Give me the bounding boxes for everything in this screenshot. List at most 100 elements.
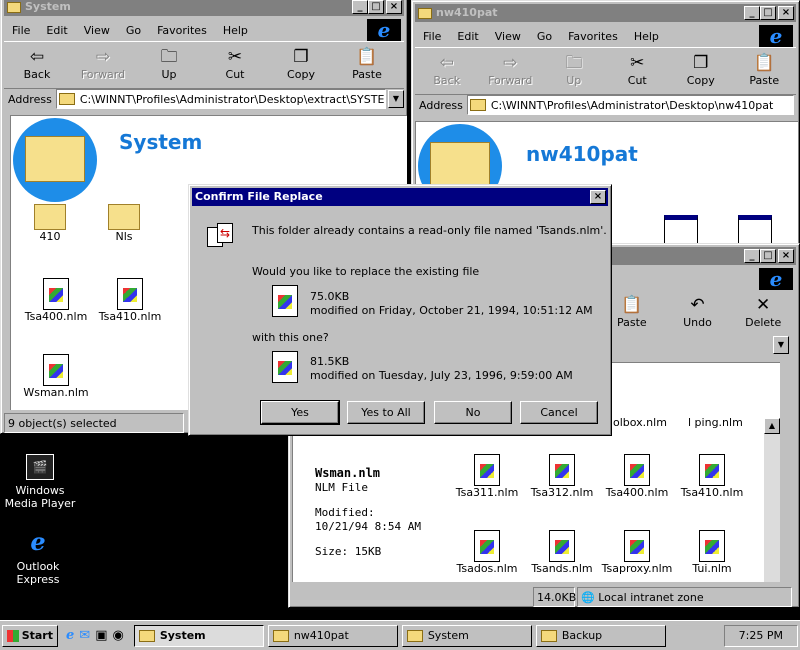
copy-button[interactable]: ❐ Copy bbox=[669, 48, 733, 94]
menu-go[interactable]: Go bbox=[529, 30, 560, 43]
menu-file[interactable]: File bbox=[415, 30, 449, 43]
menu-favorites[interactable]: Favorites bbox=[560, 30, 626, 43]
item-label: Tui.nlm bbox=[692, 562, 732, 575]
file-item[interactable]: Tsa312.nlm bbox=[525, 454, 599, 499]
paste-button[interactable]: 📋 Paste bbox=[334, 42, 400, 88]
file-item[interactable]: Tsa410.nlm bbox=[93, 278, 167, 323]
file-item[interactable]: Tsaproxy.nlm bbox=[600, 530, 674, 575]
file-item[interactable]: Wsman.nlm bbox=[19, 354, 93, 399]
confirm-file-replace-dialog[interactable]: Confirm File Replace × ⇆ This folder alr… bbox=[188, 184, 612, 436]
maximize-button[interactable]: □ bbox=[760, 249, 776, 263]
partial-item-label[interactable]: olbox.nlm bbox=[613, 416, 667, 429]
menu-view[interactable]: View bbox=[487, 30, 529, 43]
yes-button[interactable]: Yes bbox=[260, 400, 340, 425]
menu-help[interactable]: Help bbox=[215, 24, 256, 37]
dialog-titlebar[interactable]: Confirm File Replace × bbox=[192, 188, 608, 206]
nlm-file-icon bbox=[624, 530, 650, 562]
folder-icon bbox=[272, 629, 289, 642]
back-arrow-icon: ⇦ bbox=[29, 47, 45, 67]
partial-item-label[interactable]: l ping.nlm bbox=[688, 416, 743, 429]
minimize-button[interactable]: _ bbox=[744, 6, 760, 20]
ie-quicklaunch-icon[interactable]: e bbox=[66, 628, 74, 643]
status-size: 14.0KB bbox=[533, 587, 576, 607]
address-dropdown-button[interactable]: ▼ bbox=[388, 90, 404, 108]
existing-file-modified: modified on Friday, October 21, 1994, 10… bbox=[310, 304, 593, 317]
task-button-system-2[interactable]: System bbox=[401, 624, 532, 647]
undo-button[interactable]: ↶ Undo bbox=[665, 290, 731, 338]
menu-file[interactable]: File bbox=[4, 24, 38, 37]
paste-button[interactable]: 📋 Paste bbox=[733, 48, 797, 94]
yes-to-all-button[interactable]: Yes to All bbox=[347, 401, 425, 424]
ie-logo-icon: e bbox=[367, 19, 401, 41]
task-button-system[interactable]: System bbox=[133, 624, 264, 647]
menu-favorites[interactable]: Favorites bbox=[149, 24, 215, 37]
address-bar: Address C:\WINNT\Profiles\Administrator\… bbox=[4, 87, 404, 111]
minimize-button[interactable]: _ bbox=[744, 249, 760, 263]
paste-icon: 📋 bbox=[356, 47, 378, 67]
window-system-titlebar[interactable]: System _ □ × bbox=[4, 0, 404, 16]
folder-item[interactable]: Nls bbox=[87, 200, 161, 243]
desktop-icon-outlook-express[interactable]: e Outlook Express bbox=[0, 528, 78, 587]
task-label: System bbox=[427, 629, 469, 642]
item-label: Tsa312.nlm bbox=[530, 486, 594, 499]
cut-button[interactable]: ✂ Cut bbox=[202, 42, 268, 88]
forward-button[interactable]: ⇨ Forward bbox=[70, 42, 136, 88]
back-button[interactable]: ⇦ Back bbox=[415, 48, 479, 94]
cancel-button[interactable]: Cancel bbox=[520, 401, 598, 424]
file-item[interactable]: Tsa410.nlm bbox=[675, 454, 749, 499]
maximize-button[interactable]: □ bbox=[760, 6, 776, 20]
menu-help[interactable]: Help bbox=[626, 30, 667, 43]
file-replace-icon: ⇆ bbox=[207, 223, 235, 251]
scroll-up-arrow-icon[interactable]: ▲ bbox=[764, 418, 780, 434]
clock[interactable]: 7:25 PM bbox=[739, 629, 783, 642]
no-button[interactable]: No bbox=[434, 401, 512, 424]
status-text: 9 object(s) selected bbox=[4, 413, 184, 433]
system-tray: 7:25 PM bbox=[723, 624, 798, 647]
menu-edit[interactable]: Edit bbox=[449, 30, 486, 43]
start-button[interactable]: Start bbox=[2, 624, 58, 647]
task-label: Backup bbox=[561, 629, 603, 642]
file-item[interactable]: Tui.nlm bbox=[675, 530, 749, 575]
minimize-button[interactable]: _ bbox=[352, 0, 368, 14]
address-input[interactable]: C:\WINNT\Profiles\Administrator\Desktop\… bbox=[55, 89, 386, 109]
copy-icon: ❐ bbox=[293, 47, 309, 67]
scissors-icon: ✂ bbox=[630, 53, 645, 73]
copy-button[interactable]: ❐ Copy bbox=[268, 42, 334, 88]
close-button[interactable]: × bbox=[386, 0, 402, 14]
file-item[interactable]: Tsands.nlm bbox=[525, 530, 599, 575]
task-button-backup[interactable]: Backup bbox=[535, 624, 666, 647]
channels-icon[interactable]: ◉ bbox=[112, 628, 123, 643]
window-nw410pat-titlebar[interactable]: nw410pat _ □ × bbox=[415, 4, 796, 22]
menu-edit[interactable]: Edit bbox=[38, 24, 75, 37]
close-button[interactable]: × bbox=[778, 6, 794, 20]
file-item[interactable]: Tsa400.nlm bbox=[19, 278, 93, 323]
menu-go[interactable]: Go bbox=[118, 24, 149, 37]
up-label: Up bbox=[161, 68, 177, 81]
task-button-nw410pat[interactable]: nw410pat bbox=[267, 624, 398, 647]
forward-button[interactable]: ⇨ Forward bbox=[479, 48, 543, 94]
delete-button[interactable]: ✕ Delete bbox=[730, 290, 796, 338]
folder-item[interactable]: 410 bbox=[13, 200, 87, 243]
vertical-scrollbar[interactable]: ▲ bbox=[764, 418, 780, 582]
show-desktop-icon[interactable]: ▣ bbox=[95, 628, 107, 643]
folder-icon bbox=[540, 629, 557, 642]
forward-label: Forward bbox=[488, 74, 533, 87]
file-item[interactable]: Tsa400.nlm bbox=[600, 454, 674, 499]
file-item[interactable]: Tsa311.nlm bbox=[450, 454, 524, 499]
address-input[interactable]: C:\WINNT\Profiles\Administrator\Desktop\… bbox=[466, 95, 794, 115]
address-dropdown-button[interactable]: ▼ bbox=[773, 336, 789, 354]
desktop-icon-media-player[interactable]: 🎬 Windows Media Player bbox=[0, 454, 80, 510]
close-button[interactable]: × bbox=[590, 190, 606, 204]
up-button[interactable]: 🗀 Up bbox=[542, 48, 606, 94]
menu-view[interactable]: View bbox=[76, 24, 118, 37]
cut-button[interactable]: ✂ Cut bbox=[606, 48, 670, 94]
maximize-button[interactable]: □ bbox=[368, 0, 384, 14]
file-item[interactable]: Tsados.nlm bbox=[450, 530, 524, 575]
outlook-quicklaunch-icon[interactable]: ✉ bbox=[79, 628, 90, 643]
up-button[interactable]: 🗀 Up bbox=[136, 42, 202, 88]
quick-launch: e ✉ ▣ ◉ bbox=[66, 628, 124, 643]
back-label: Back bbox=[433, 74, 461, 87]
task-label: System bbox=[159, 629, 206, 642]
back-button[interactable]: ⇦ Back bbox=[4, 42, 70, 88]
close-button[interactable]: × bbox=[778, 249, 794, 263]
